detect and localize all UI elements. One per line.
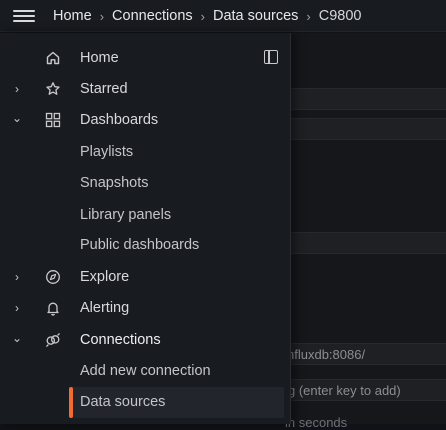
- bell-icon: [47, 302, 59, 316]
- menu-item-home[interactable]: Home: [0, 43, 291, 73]
- background-field: [291, 232, 446, 254]
- chevron-down-icon[interactable]: ⌄: [11, 112, 23, 124]
- menu-item-add-new-connection[interactable]: Add new connection: [0, 356, 291, 386]
- menu-item-snapshots[interactable]: Snapshots: [0, 168, 291, 198]
- chevron-down-icon[interactable]: ⌄: [11, 332, 23, 344]
- top-bar: Home › Connections › Data sources › C980…: [0, 0, 446, 32]
- menu-item-starred[interactable]: › Starred: [0, 74, 291, 104]
- breadcrumb-separator-icon: ›: [200, 8, 205, 24]
- breadcrumb-data-sources[interactable]: Data sources: [213, 8, 298, 24]
- chevron-right-icon[interactable]: ›: [11, 271, 23, 283]
- background-field: [291, 118, 446, 140]
- menu-item-label: Playlists: [80, 144, 134, 160]
- menu-item-public-dashboards[interactable]: Public dashboards: [0, 230, 291, 260]
- menu-item-label: Public dashboards: [80, 237, 200, 253]
- menu-toggle-icon[interactable]: [13, 8, 35, 24]
- background-url-text: nfluxdb:8086/: [287, 347, 366, 362]
- chevron-right-icon[interactable]: ›: [11, 302, 23, 314]
- menu-item-data-sources[interactable]: Data sources: [0, 387, 291, 417]
- breadcrumb-separator-icon: ›: [306, 8, 311, 24]
- chevron-right-icon[interactable]: ›: [11, 83, 23, 95]
- menu-item-label: Dashboards: [80, 112, 159, 128]
- menu-item-label: Data sources: [80, 394, 166, 410]
- breadcrumb-separator-icon: ›: [99, 8, 105, 24]
- menu-item-dashboards[interactable]: ⌄ Dashboards: [0, 105, 291, 135]
- menu-item-label: Add new connection: [80, 363, 211, 379]
- compass-icon: [46, 270, 60, 284]
- menu-item-label: Connections: [80, 332, 161, 348]
- background-seconds-hint: in seconds: [285, 415, 348, 430]
- menu-item-alerting[interactable]: › Alerting: [0, 293, 291, 323]
- breadcrumb-home[interactable]: Home: [53, 8, 92, 24]
- background-field: [291, 88, 446, 110]
- menu-item-label: Starred: [80, 81, 128, 97]
- background-tag-hint: g (enter key to add): [288, 383, 401, 398]
- breadcrumb: Home › Connections › Data sources › C980…: [53, 0, 362, 32]
- apps-icon: [45, 112, 61, 128]
- menu-item-label: Home: [80, 50, 119, 66]
- menu-item-connections[interactable]: ⌄ Connections: [0, 325, 291, 355]
- menu-item-library-panels[interactable]: Library panels: [0, 200, 291, 230]
- menu-item-playlists[interactable]: Playlists: [0, 137, 291, 167]
- breadcrumb-current: C9800: [318, 8, 362, 24]
- menu-item-explore[interactable]: › Explore: [0, 262, 291, 292]
- connections-icon: [46, 333, 60, 347]
- star-icon: [46, 82, 60, 95]
- menu-item-label: Snapshots: [80, 175, 149, 191]
- menu-item-label: Explore: [80, 269, 130, 285]
- breadcrumb-connections[interactable]: Connections: [112, 8, 193, 24]
- menu-item-label: Library panels: [80, 207, 172, 223]
- home-icon: [46, 51, 60, 65]
- menu-item-label: Alerting: [80, 300, 130, 316]
